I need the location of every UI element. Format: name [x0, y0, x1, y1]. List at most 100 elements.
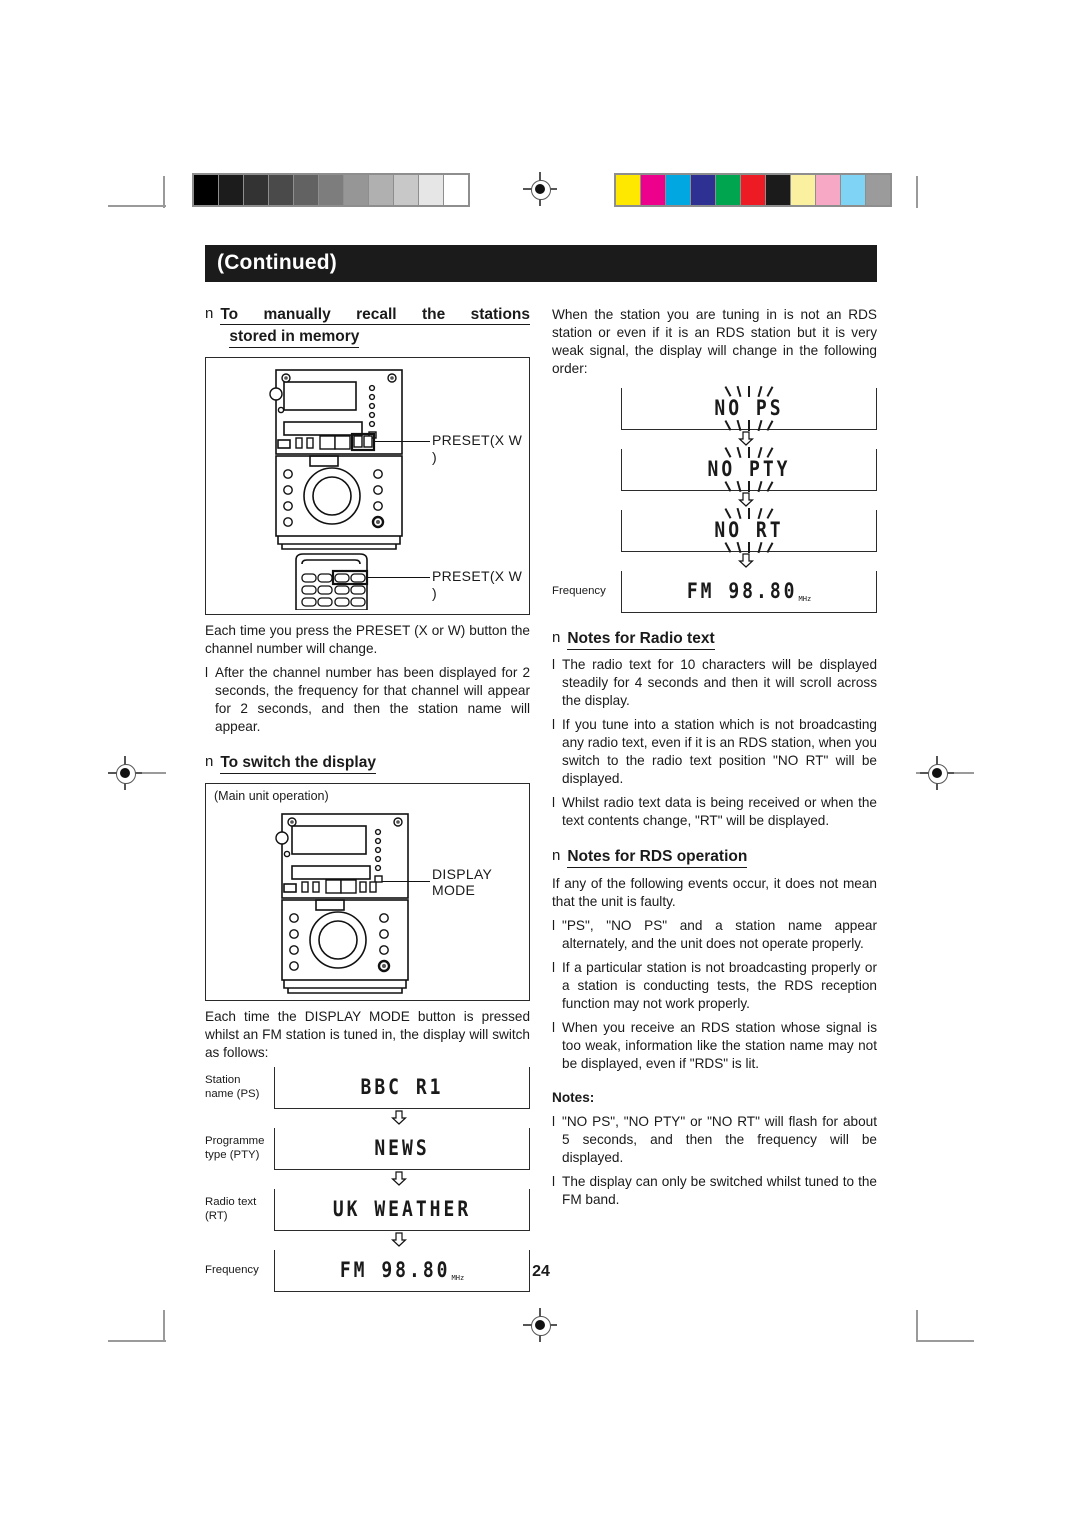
section-banner: (Continued) [205, 245, 877, 282]
lcd-screen: UK WEATHER [274, 1188, 530, 1231]
callout-display-line1: DISPLAY [432, 865, 493, 882]
heading-marker: n [205, 753, 214, 771]
lcd-screen: NO PS [621, 386, 877, 432]
list-item: l The display can only be switched whilst… [552, 1173, 877, 1209]
lcd-display-row: NO RT [552, 508, 877, 554]
bullet-marker: l [552, 1020, 556, 1036]
lcd-display-row: Station name (PS) BBC R1 [205, 1066, 530, 1109]
bullet-marker: l [205, 664, 209, 680]
body-rds-intro: When the station you are tuning in is no… [552, 307, 877, 377]
list-item: l When you receive an RDS station whose s… [552, 1019, 877, 1073]
grayscale-swatch [269, 175, 293, 205]
color-swatch [791, 175, 815, 205]
lcd-text: UK WEATHER [332, 1196, 472, 1222]
list-item: l After the channel number has been disp… [205, 664, 530, 736]
bullet-text: When you receive an RDS station whose si… [562, 1020, 877, 1072]
lcd-text: NO PS [714, 396, 784, 422]
bullet-marker: l [552, 960, 556, 976]
stereo-main-unit-diagram [275, 812, 409, 994]
bullet-marker: l [552, 795, 556, 811]
registration-mark-right [920, 756, 954, 790]
sequence-arrow [267, 1110, 530, 1125]
color-calibration-strip [614, 173, 892, 207]
grayscale-swatch [194, 175, 218, 205]
bullets-notes: l "NO PS", "NO PTY" or "NO RT" will flash… [552, 1113, 877, 1209]
color-swatch [616, 175, 640, 205]
grayscale-swatch [394, 175, 418, 205]
color-swatch [866, 175, 890, 205]
list-item: l The radio text for 10 characters will b… [552, 656, 877, 710]
lcd-screen: NO RT [621, 508, 877, 554]
lcd-display-row: Frequency FM 98.80 MHz [552, 571, 877, 614]
color-swatch [716, 175, 740, 205]
heading-notes-rds-operation: n Notes for RDS operation [552, 847, 877, 868]
heading-marker: n [552, 847, 561, 865]
lcd-text: FM 98.80 [686, 579, 798, 605]
bullet-marker: l [552, 1173, 556, 1189]
bullet-text: "PS", "NO PS" and a station name appear … [562, 917, 877, 951]
grayscale-swatch [344, 175, 368, 205]
registration-mark-bottom [523, 1308, 557, 1342]
sequence-arrow [614, 553, 877, 569]
color-swatch [766, 175, 790, 205]
trim-mark-top-right-v [916, 176, 918, 208]
right-column: When the station you are tuning in is no… [552, 296, 877, 1292]
lcd-display-label: Programme type (PTY) [205, 1135, 265, 1161]
color-swatch [691, 175, 715, 205]
grayscale-swatch [444, 175, 468, 205]
two-column-layout: n To manually recall the stations stored… [205, 296, 877, 1292]
list-item: l If a particular station is not broadcas… [552, 959, 877, 1013]
bullet-text: Whilst radio text data is being received… [562, 795, 877, 829]
bullets-radio-text: l The radio text for 10 characters will b… [552, 656, 877, 831]
trim-mark-top-left-v [163, 176, 165, 208]
callout-preset-main: PRESET(X W ) [432, 431, 523, 465]
callout-lead-remote [368, 576, 430, 579]
down-arrow-icon [390, 1110, 407, 1125]
bullets-preset: l After the channel number has been disp… [205, 664, 530, 736]
manual-page: (Continued) n To manually recall the sta… [0, 0, 1080, 1525]
illustration-preset-buttons: PRESET(X W ) PRESET(X W ) [205, 356, 530, 615]
left-column: n To manually recall the stations stored… [205, 296, 530, 1292]
sequence-arrow [614, 431, 877, 447]
down-arrow-icon [390, 1232, 407, 1247]
color-swatch [816, 175, 840, 205]
list-item: l "PS", "NO PS" and a station name appear… [552, 917, 877, 953]
lcd-display-row: NO PS [552, 386, 877, 432]
display-sequence-left: Station name (PS) BBC R1 Programme type (PTY… [205, 1066, 530, 1292]
sequence-arrow [267, 1171, 530, 1186]
grayscale-swatch [369, 175, 393, 205]
color-swatch [641, 175, 665, 205]
body-preset-instructions: Each time you press the PRESET (X or W) … [205, 622, 530, 656]
list-item: l Whilst radio text data is being receive… [552, 794, 877, 830]
down-arrow-icon [390, 1171, 407, 1186]
heading-switch-display-text: To switch the display [220, 753, 376, 774]
heading-recall-line2: stored in memory [229, 327, 360, 348]
down-arrow-icon [737, 431, 754, 447]
heading-switch-display: n To switch the display [205, 753, 530, 774]
lcd-screen: FM 98.80 MHz [621, 571, 877, 614]
registration-mark-left [108, 756, 142, 790]
illustration-caption: (Main unit operation) [214, 788, 329, 803]
color-swatch [666, 175, 690, 205]
stereo-system-diagram [269, 368, 403, 610]
lcd-text: NO PTY [707, 457, 791, 483]
bullet-marker: l [552, 716, 556, 732]
trim-mark-bottom-right-h [916, 1340, 974, 1342]
heading-notes-radio-text-label: Notes for Radio text [567, 629, 715, 650]
grayscale-swatch [219, 175, 243, 205]
callout-lead-main [373, 440, 430, 443]
grayscale-calibration-strip [192, 173, 470, 207]
grayscale-swatch [419, 175, 443, 205]
color-swatch [741, 175, 765, 205]
list-item: l "NO PS", "NO PTY" or "NO RT" will flash… [552, 1113, 877, 1167]
lcd-screen: BBC R1 [274, 1066, 530, 1109]
trim-mark-bottom-left-h [108, 1340, 166, 1342]
bullet-text: "NO PS", "NO PTY" or "NO RT" will flash … [562, 1113, 877, 1165]
bullet-text: If a particular station is not broadcast… [562, 960, 877, 1012]
lcd-display-row: NO PTY [552, 447, 877, 493]
lcd-display-label: Station name (PS) [205, 1074, 260, 1100]
grayscale-swatch [319, 175, 343, 205]
bullet-marker: l [552, 656, 556, 672]
lcd-display-label: Radio text (RT) [205, 1196, 257, 1222]
page-number: 24 [532, 1263, 550, 1280]
